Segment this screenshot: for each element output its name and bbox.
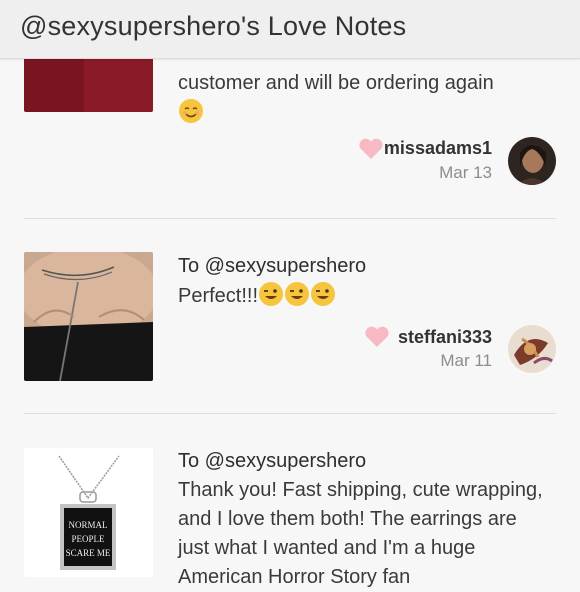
note-message: customer and will be ordering again bbox=[178, 69, 548, 128]
product-photo: NORMAL PEOPLE SCARE ME bbox=[24, 448, 153, 577]
note-message: Perfect!!! bbox=[178, 281, 548, 311]
note-date: Mar 13 bbox=[439, 163, 492, 182]
divider bbox=[24, 413, 556, 414]
product-photo bbox=[24, 252, 153, 381]
winking-face-icon bbox=[310, 281, 336, 306]
page-title: @sexysupershero's Love Notes bbox=[20, 11, 407, 41]
product-thumbnail[interactable]: NORMAL PEOPLE SCARE ME bbox=[24, 448, 153, 577]
love-note: To @sexysupershero Perfect!!! steffani33… bbox=[0, 219, 580, 415]
note-date: Mar 11 bbox=[440, 351, 492, 370]
note-recipient[interactable]: To @sexysupershero bbox=[178, 255, 366, 278]
note-message: Thank you! Fast shipping, cute wrapping,… bbox=[178, 479, 543, 588]
note-username[interactable]: steffani333 bbox=[378, 327, 492, 348]
user-avatar[interactable] bbox=[508, 325, 556, 373]
winking-face-icon bbox=[258, 281, 284, 306]
user-avatar[interactable] bbox=[508, 137, 556, 185]
love-note: NORMAL PEOPLE SCARE ME To @sexysupersher… bbox=[0, 415, 580, 588]
svg-text:PEOPLE: PEOPLE bbox=[71, 534, 105, 544]
app-header: @sexysupershero's Love Notes bbox=[0, 0, 580, 59]
svg-text:NORMAL: NORMAL bbox=[68, 520, 107, 530]
product-thumbnail[interactable] bbox=[24, 252, 153, 381]
note-recipient[interactable]: To @sexysupershero bbox=[178, 450, 366, 473]
svg-text:SCARE ME: SCARE ME bbox=[66, 548, 111, 558]
note-username[interactable]: missadams1 bbox=[380, 138, 492, 159]
winking-face-icon bbox=[284, 281, 310, 306]
smiling-face-icon bbox=[178, 98, 203, 123]
